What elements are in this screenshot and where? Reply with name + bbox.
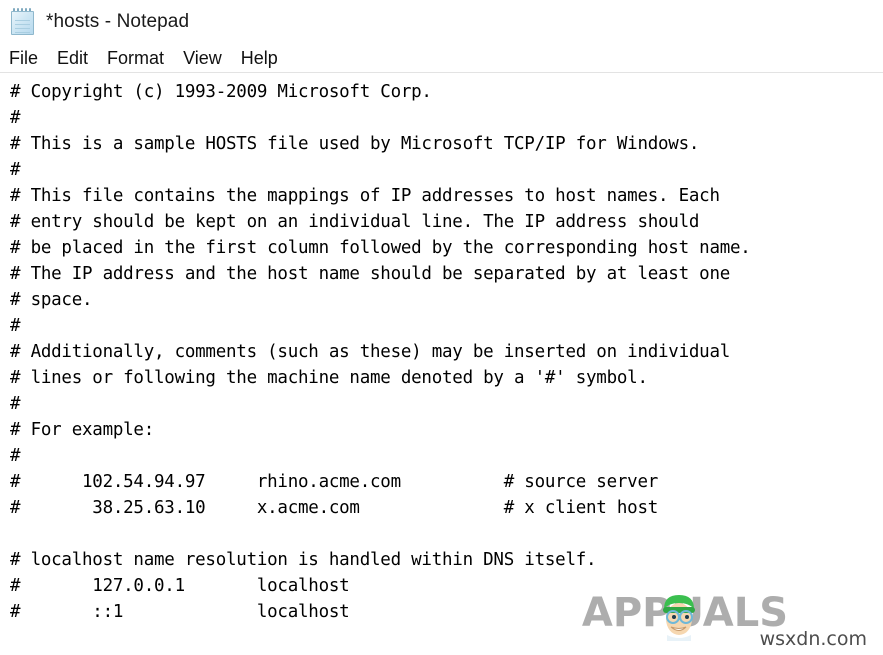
menu-item-format[interactable]: Format xyxy=(107,49,164,67)
text-line: # This file contains the mappings of IP … xyxy=(10,186,720,206)
text-line: # For example: xyxy=(10,420,155,440)
text-line: # xyxy=(10,446,21,466)
menu-item-file[interactable]: File xyxy=(9,49,38,67)
notepad-page-icon xyxy=(11,11,34,35)
text-line: # entry should be kept on an individual … xyxy=(10,212,700,232)
text-line: # xyxy=(10,108,21,128)
text-line xyxy=(10,521,883,547)
text-editor-area[interactable]: # Copyright (c) 1993-2009 Microsoft Corp… xyxy=(0,73,883,655)
text-line: # localhost name resolution is handled w… xyxy=(10,550,597,570)
text-line: # Copyright (c) 1993-2009 Microsoft Corp… xyxy=(10,82,432,102)
text-line: # space. xyxy=(10,290,93,310)
title-bar: *hosts - Notepad xyxy=(0,0,883,44)
notepad-window: *hosts - Notepad File Edit Format View H… xyxy=(0,0,883,655)
text-line: # xyxy=(10,394,21,414)
text-line: # be placed in the first column followed… xyxy=(10,238,751,258)
menu-bar: File Edit Format View Help xyxy=(0,44,883,73)
text-line: # lines or following the machine name de… xyxy=(10,368,648,388)
window-title: *hosts - Notepad xyxy=(46,11,190,32)
text-line: # 38.25.63.10 x.acme.com # x client host xyxy=(10,498,659,518)
text-line: # 102.54.94.97 rhino.acme.com # source s… xyxy=(10,472,659,492)
notepad-icon xyxy=(8,7,38,37)
text-line: # Additionally, comments (such as these)… xyxy=(10,342,731,362)
menu-item-edit[interactable]: Edit xyxy=(57,49,88,67)
menu-item-help[interactable]: Help xyxy=(241,49,278,67)
text-line: # xyxy=(10,316,21,336)
appuals-mascot-icon xyxy=(653,589,705,641)
hosts-file-content[interactable]: # Copyright (c) 1993-2009 Microsoft Corp… xyxy=(10,79,883,625)
menu-item-view[interactable]: View xyxy=(183,49,222,67)
wsxdn-watermark-text: wsxdn.com xyxy=(759,628,867,650)
text-line: # The IP address and the host name shoul… xyxy=(10,264,731,284)
text-line: # xyxy=(10,160,21,180)
text-line: # This is a sample HOSTS file used by Mi… xyxy=(10,134,700,154)
